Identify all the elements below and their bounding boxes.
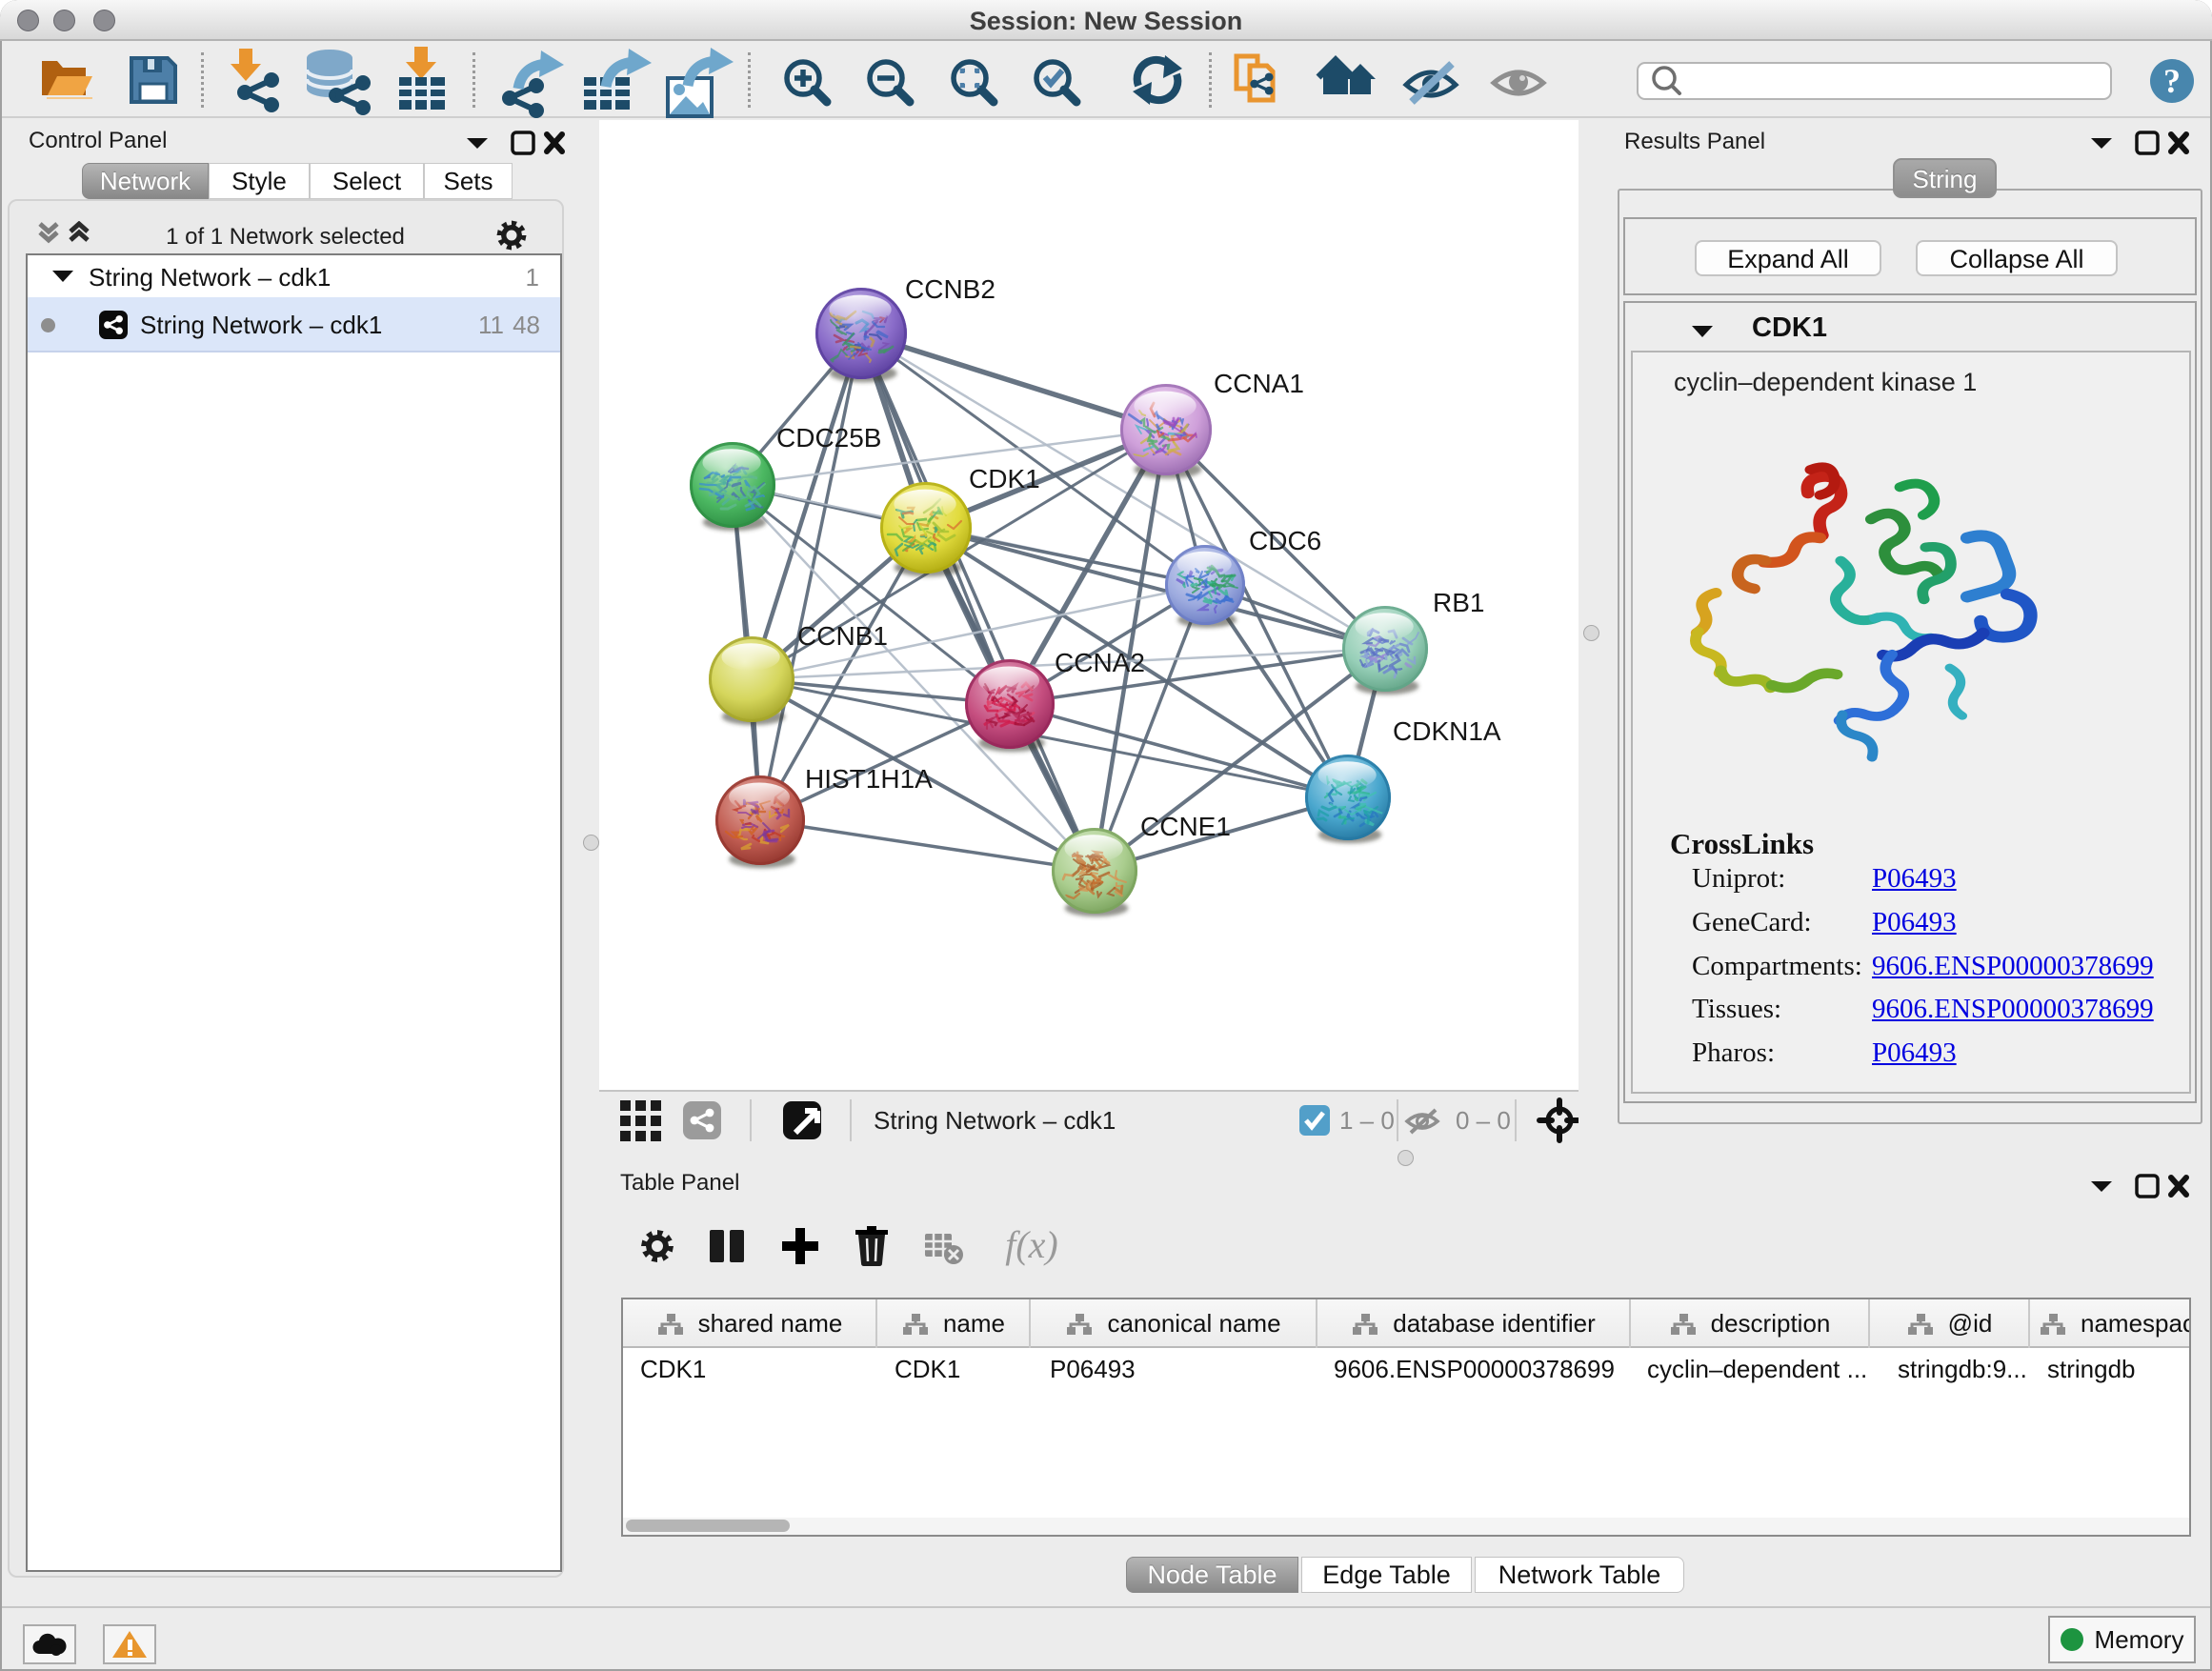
svg-text:CDKN1A: CDKN1A — [1393, 716, 1501, 746]
svg-text:CCNB1: CCNB1 — [797, 621, 888, 651]
svg-text:f(x): f(x) — [1005, 1223, 1058, 1266]
svg-text:CCNA2: CCNA2 — [1055, 648, 1145, 677]
svg-text:CDC6: CDC6 — [1249, 526, 1321, 555]
svg-text:CDC25B: CDC25B — [776, 423, 881, 453]
svg-text:CCNA1: CCNA1 — [1214, 369, 1304, 398]
svg-text:0 – 0: 0 – 0 — [1456, 1106, 1511, 1135]
svg-text:?: ? — [2163, 62, 2181, 100]
svg-text:1 – 0: 1 – 0 — [1339, 1106, 1395, 1135]
svg-text:CDK1: CDK1 — [969, 464, 1040, 493]
svg-text:CCNE1: CCNE1 — [1140, 812, 1231, 841]
svg-text:RB1: RB1 — [1433, 588, 1484, 617]
svg-text:CCNB2: CCNB2 — [905, 274, 995, 304]
svg-text:String Network – cdk1: String Network – cdk1 — [874, 1106, 1116, 1135]
svg-text:HIST1H1A: HIST1H1A — [805, 764, 933, 794]
